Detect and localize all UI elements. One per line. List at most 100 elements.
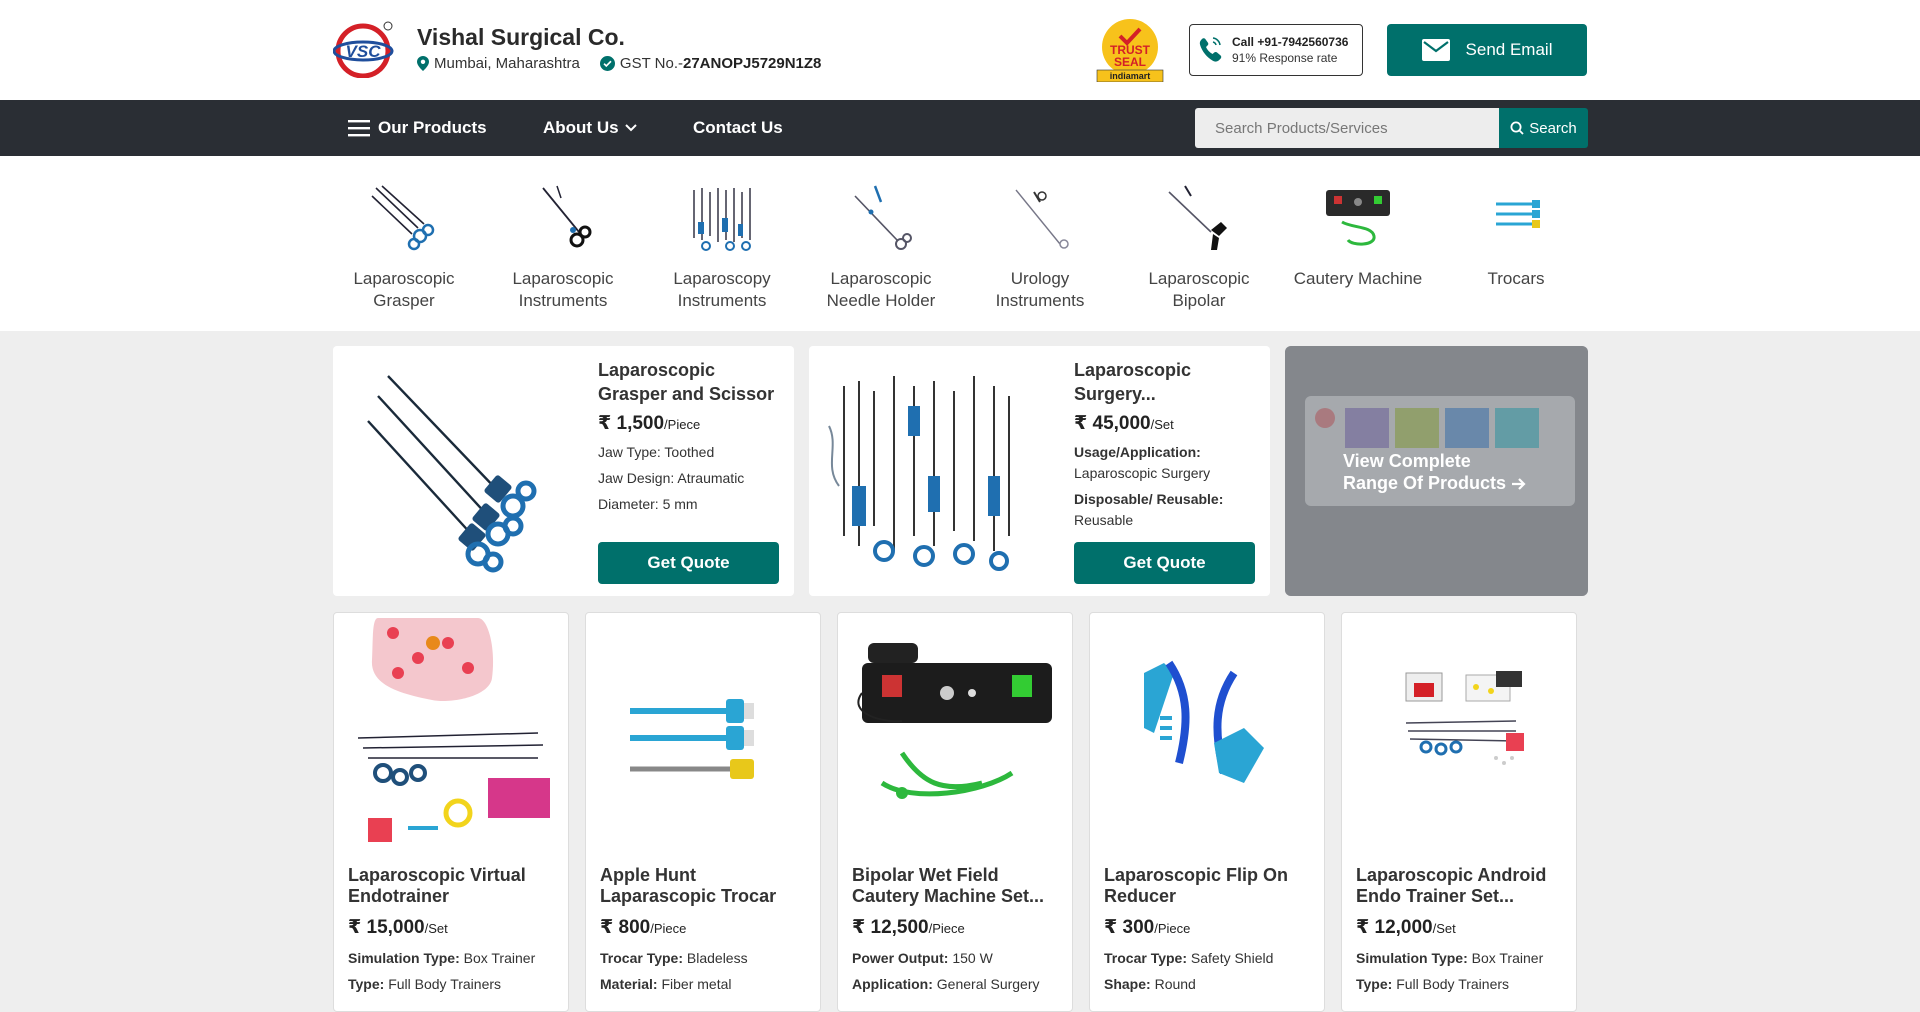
spec-value: Safety Shield — [1190, 950, 1274, 966]
spec-key: Material: — [600, 976, 658, 992]
spec-key: Trocar Type: — [600, 950, 683, 966]
trust-seal-badge[interactable]: TRUST SEAL indiamart — [1095, 16, 1165, 82]
price-value: ₹ 300 — [1104, 917, 1155, 938]
category-label-line2: Bipolar — [1172, 291, 1226, 310]
view-complete-range-link[interactable]: View Complete Range Of Products — [1285, 346, 1588, 596]
spec-key: Trocar Type: — [1104, 950, 1187, 966]
response-rate: 91% Response rate — [1232, 51, 1338, 65]
price-unit: /Set — [1432, 921, 1456, 936]
nav-about-us[interactable]: About Us — [543, 100, 637, 156]
spec-value: Box Trainer — [1471, 950, 1544, 966]
product-card[interactable]: Apple Hunt Laparascopic Trocar ₹ 800/Pie… — [585, 612, 821, 1012]
price-unit: /Piece — [928, 921, 965, 936]
category-label: Cautery Machine — [1293, 269, 1423, 288]
price-unit: /Set — [1150, 417, 1174, 432]
spec-value: Atraumatic — [677, 470, 745, 486]
spec-key: Type: — [1356, 976, 1393, 992]
arrow-right-icon — [1512, 478, 1526, 491]
gst-info: GST No.- 27ANOPJ5729N1Z8 — [599, 55, 821, 72]
spec-key: Diameter: — [598, 496, 659, 512]
spec-key: Power Output: — [852, 950, 949, 966]
company-meta: Mumbai, Maharashtra GST No.- 27ANOPJ5729N… — [417, 55, 821, 72]
search-icon — [1510, 121, 1524, 135]
category-strip: Laparoscopic Grasper Laparoscopic Instrume… — [0, 156, 1920, 331]
urology-instrument-image — [1015, 189, 1069, 249]
category-laparoscopic-instruments[interactable]: Laparoscopic Instruments — [493, 182, 633, 312]
surgery-set-image — [828, 376, 1010, 571]
seal-text-2: SEAL — [1114, 55, 1146, 69]
price-value: ₹ 800 — [600, 917, 651, 938]
product-title[interactable]: Laparoscopic Grasper and Scissor — [598, 358, 788, 406]
company-name[interactable]: Vishal Surgical Co. — [417, 24, 625, 51]
spec-value: Reusable — [1074, 512, 1134, 528]
product-specs: Trocar Type: Bladeless Material: Fiber m… — [600, 945, 748, 997]
nav-contact-us-label: Contact Us — [693, 118, 783, 137]
category-urology-instruments[interactable]: Urology Instruments — [970, 182, 1110, 312]
spec-value: 150 W — [952, 950, 993, 966]
category-laparoscopic-grasper[interactable]: Laparoscopic Grasper — [334, 182, 474, 312]
search-input[interactable] — [1195, 108, 1499, 148]
category-trocars[interactable]: Trocars — [1446, 182, 1586, 290]
spec-row: Simulation Type: Box Trainer — [1356, 945, 1543, 971]
send-email-button[interactable]: Send Email — [1387, 24, 1587, 76]
category-label-line2: Instruments — [518, 291, 608, 310]
product-card[interactable]: Laparoscopic Android Endo Trainer Set...… — [1341, 612, 1577, 1012]
price-value: ₹ 12,000 — [1356, 917, 1433, 938]
view-range-text: View Complete Range Of Products — [1343, 450, 1527, 494]
company-logo[interactable]: VSC — [333, 20, 395, 78]
cautery-machine-image — [857, 643, 1052, 799]
category-label: Laparoscopic — [512, 269, 614, 288]
category-laparoscopic-needle-holder[interactable]: Laparoscopic Needle Holder — [811, 182, 951, 312]
location-text: Mumbai, Maharashtra — [434, 55, 580, 72]
product-price: ₹ 1,500/Piece — [598, 412, 700, 435]
call-button[interactable]: Call +91-7942560736 91% Response rate — [1189, 24, 1363, 76]
spec-row: Trocar Type: Safety Shield — [1104, 945, 1273, 971]
needle-holder-image — [854, 185, 912, 250]
price-value: ₹ 45,000 — [1074, 413, 1151, 434]
spec-row: Type: Full Body Trainers — [1356, 971, 1543, 997]
featured-product-card[interactable]: Laparoscopic Grasper and Scissor ₹ 1,500… — [333, 346, 794, 596]
product-title[interactable]: Apple Hunt Laparascopic Trocar — [600, 865, 810, 907]
product-price: ₹ 300/Piece — [1104, 916, 1190, 939]
get-quote-button[interactable]: Get Quote — [1074, 542, 1255, 584]
spec-row: Usage/Application: Laparoscopic Surgery — [1074, 442, 1264, 484]
product-price: ₹ 800/Piece — [600, 916, 686, 939]
endo-trainer-set-image — [1405, 671, 1524, 765]
category-label-line2: Instruments — [995, 291, 1085, 310]
product-card[interactable]: Laparoscopic Virtual Endotrainer ₹ 15,00… — [333, 612, 569, 1012]
nav-about-us-label: About Us — [543, 118, 619, 137]
product-title[interactable]: Bipolar Wet Field Cautery Machine Set... — [852, 865, 1062, 907]
spec-row: Type: Full Body Trainers — [348, 971, 535, 997]
product-title[interactable]: Laparoscopic Surgery... — [1074, 358, 1264, 406]
product-card[interactable]: Bipolar Wet Field Cautery Machine Set...… — [837, 612, 1073, 1012]
grasper-scissor-image — [367, 375, 537, 573]
nav-contact-us[interactable]: Contact Us — [693, 100, 783, 156]
spec-value: Full Body Trainers — [388, 976, 502, 992]
category-cautery-machine[interactable]: Cautery Machine — [1288, 182, 1428, 290]
spec-row: Diameter: 5 mm — [598, 494, 788, 515]
get-quote-button[interactable]: Get Quote — [598, 542, 779, 584]
spec-key: Type: — [348, 976, 385, 992]
spec-key: Jaw Design: — [598, 470, 675, 486]
site-header: VSC Vishal Surgical Co. Mumbai, Maharash… — [0, 0, 1920, 100]
product-title[interactable]: Laparoscopic Android Endo Trainer Set... — [1356, 865, 1566, 907]
flip-on-reducer-image — [1144, 660, 1264, 783]
endotrainer-image — [357, 618, 550, 842]
product-card[interactable]: Laparoscopic Flip On Reducer ₹ 300/Piece… — [1089, 612, 1325, 1012]
spec-key: Simulation Type: — [1356, 950, 1468, 966]
spec-row: Application: General Surgery — [852, 971, 1040, 997]
gst-label: GST No.- — [619, 55, 683, 72]
spec-row: Power Output: 150 W — [852, 945, 1040, 971]
spec-row: Material: Fiber metal — [600, 971, 748, 997]
search-button[interactable]: Search — [1499, 108, 1588, 148]
spec-value: Full Body Trainers — [1396, 976, 1510, 992]
spec-value: Bladeless — [686, 950, 748, 966]
category-laparoscopic-bipolar[interactable]: Laparoscopic Bipolar — [1129, 182, 1269, 312]
category-laparoscopy-instruments[interactable]: Laparoscopy Instruments — [652, 182, 792, 312]
category-label: Laparoscopic — [1148, 269, 1250, 288]
phone-icon — [1199, 37, 1222, 62]
product-title[interactable]: Laparoscopic Virtual Endotrainer — [348, 865, 558, 907]
nav-our-products[interactable]: Our Products — [348, 100, 487, 156]
featured-product-card[interactable]: Laparoscopic Surgery... ₹ 45,000/Set Usa… — [809, 346, 1270, 596]
product-title[interactable]: Laparoscopic Flip On Reducer — [1104, 865, 1314, 907]
